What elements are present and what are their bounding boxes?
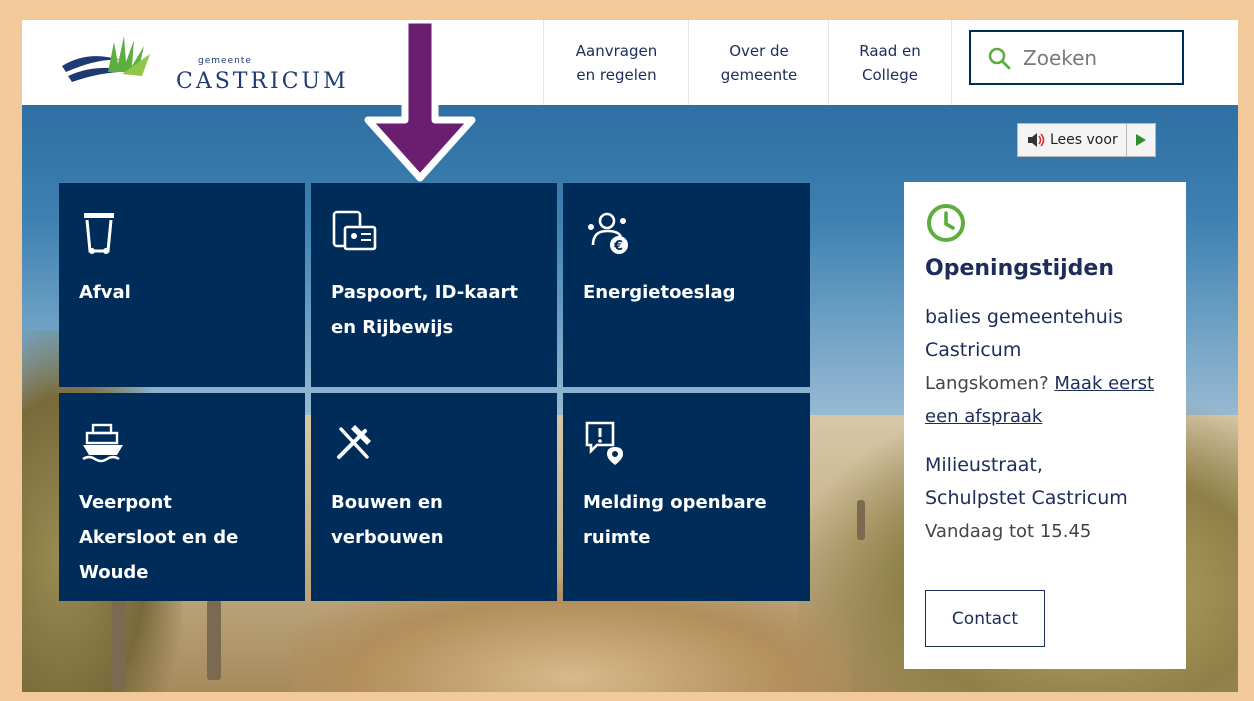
nav-label: Aanvragen en regelen	[575, 41, 658, 84]
nav-over-de-gemeente[interactable]: Over de gemeente	[688, 20, 829, 105]
read-aloud-button[interactable]: Lees voor	[1018, 124, 1126, 156]
hammer-icon	[337, 425, 371, 459]
opening-hours-card: Openingstijden balies gemeentehuis Castr…	[904, 182, 1186, 669]
tile-label: Melding openbare ruimte	[583, 492, 767, 548]
id-card-icon	[332, 210, 377, 251]
site-header: gemeente CASTRICUM Aanvragen en regelen …	[22, 20, 1238, 105]
tile-label: Afval	[79, 282, 131, 303]
tile-label: Veerpont Akersloot en de Woude	[79, 492, 239, 583]
tile-veerpont-akersloot[interactable]: Veerpont Akersloot en de Woude	[59, 393, 305, 601]
appointment-prefix: Langskomen?	[925, 373, 1055, 394]
logo-subtitle: gemeente	[198, 56, 252, 66]
tile-label: Bouwen en verbouwen	[331, 492, 444, 548]
svg-text:€: €	[613, 239, 623, 254]
play-button[interactable]	[1125, 124, 1155, 156]
search-icon	[988, 47, 1011, 69]
tile-melding-openbare-ruimte[interactable]: Melding openbare ruimte	[563, 393, 810, 601]
speaker-icon	[1028, 133, 1045, 147]
logo-title: CASTRICUM	[176, 69, 349, 94]
opening-hours-title: Openingstijden	[925, 256, 1115, 281]
search-box[interactable]	[969, 30, 1184, 85]
page-frame: gemeente CASTRICUM Aanvragen en regelen …	[22, 20, 1238, 692]
nav-label: Over de gemeente	[720, 41, 798, 84]
search-input[interactable]	[1021, 44, 1175, 71]
read-aloud-widget: Lees voor	[1017, 123, 1156, 157]
report-location-icon	[585, 421, 623, 465]
tile-energietoeslag[interactable]: € Energietoeslag	[563, 183, 810, 387]
trash-bin-icon	[84, 213, 114, 254]
ferry-icon	[82, 423, 123, 463]
nav-aanvragen-en-regelen[interactable]: Aanvragen en regelen	[543, 20, 689, 105]
appointment-text: Langskomen? Maak eerst een afspraak	[925, 367, 1165, 433]
tile-afval[interactable]: Afval	[59, 183, 305, 387]
tile-label: Energietoeslag	[583, 282, 736, 303]
tile-label: Paspoort, ID-kaart en Rijbewijs	[331, 282, 518, 338]
contact-button[interactable]: Contact	[925, 590, 1045, 647]
nav-label: Raad en College	[859, 41, 921, 84]
milieustraat-hours: Vandaag tot 15.45	[925, 521, 1092, 542]
castricum-logo[interactable]: gemeente CASTRICUM	[58, 32, 346, 94]
location-town-hall: balies gemeentehuis Castricum	[925, 306, 1123, 361]
fence-post	[207, 600, 221, 680]
tile-bouwen-en-verbouwen[interactable]: Bouwen en verbouwen	[311, 393, 557, 601]
play-icon	[1135, 134, 1146, 146]
location-milieustraat: Milieustraat, Schulpstet Castricum	[925, 454, 1128, 509]
fence-post	[857, 500, 865, 540]
pointer-arrow-icon	[364, 20, 476, 182]
fence-post	[112, 600, 126, 690]
nav-raad-en-college[interactable]: Raad en College	[828, 20, 952, 105]
tile-paspoort-id-kaart-rijbewijs[interactable]: Paspoort, ID-kaart en Rijbewijs	[311, 183, 557, 387]
energy-allowance-icon: €	[588, 212, 628, 254]
read-aloud-label: Lees voor	[1050, 132, 1118, 148]
clock-icon	[927, 204, 965, 242]
logo-icon	[62, 36, 150, 82]
